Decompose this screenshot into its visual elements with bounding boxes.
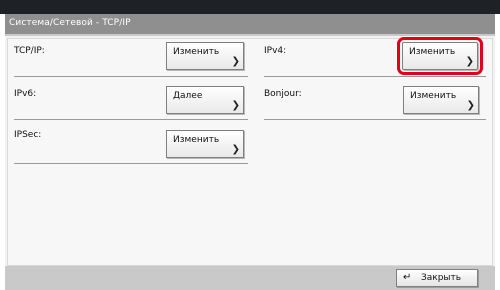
bonjour-change-button[interactable]: Изменить ❯ — [403, 86, 479, 114]
close-button[interactable]: ↵ Закрыть — [396, 269, 478, 287]
separator — [14, 163, 248, 164]
page-title: Система/Сетевой - TCP/IP — [9, 18, 131, 28]
chevron-right-icon: ❯ — [231, 144, 240, 155]
enter-icon: ↵ — [403, 272, 412, 283]
separator — [14, 119, 248, 120]
bonjour-label: Bonjour: — [264, 89, 302, 99]
chevron-right-icon: ❯ — [231, 100, 240, 111]
bonjour-change-button-label: Изменить — [410, 91, 457, 101]
chevron-right-icon: ❯ — [466, 100, 475, 111]
separator — [14, 76, 248, 77]
ipsec-label: IPSec: — [14, 130, 42, 140]
ipv6-next-button[interactable]: Далее ❯ — [166, 86, 244, 114]
separator — [264, 119, 486, 120]
tcpip-label: TCP/IP: — [14, 46, 45, 56]
ipsec-change-button[interactable]: Изменить ❯ — [166, 130, 244, 158]
tcpip-change-button-label: Изменить — [173, 47, 220, 57]
separator — [264, 76, 486, 77]
ipsec-change-button-label: Изменить — [173, 135, 220, 145]
ipv4-label: IPv4: — [264, 46, 287, 56]
top-status-bar — [0, 0, 500, 14]
ipv6-next-button-label: Далее — [173, 91, 203, 101]
close-button-label: Закрыть — [421, 273, 462, 283]
ipv4-change-button[interactable]: Изменить ❯ — [397, 37, 483, 75]
content-area — [7, 38, 493, 266]
chevron-right-icon: ❯ — [465, 56, 474, 67]
ipv4-change-button-label: Изменить — [409, 47, 456, 57]
ipv6-label: IPv6: — [14, 89, 37, 99]
chevron-right-icon: ❯ — [231, 56, 240, 67]
title-bar: Система/Сетевой - TCP/IP — [5, 14, 495, 36]
tcpip-change-button[interactable]: Изменить ❯ — [166, 42, 244, 70]
